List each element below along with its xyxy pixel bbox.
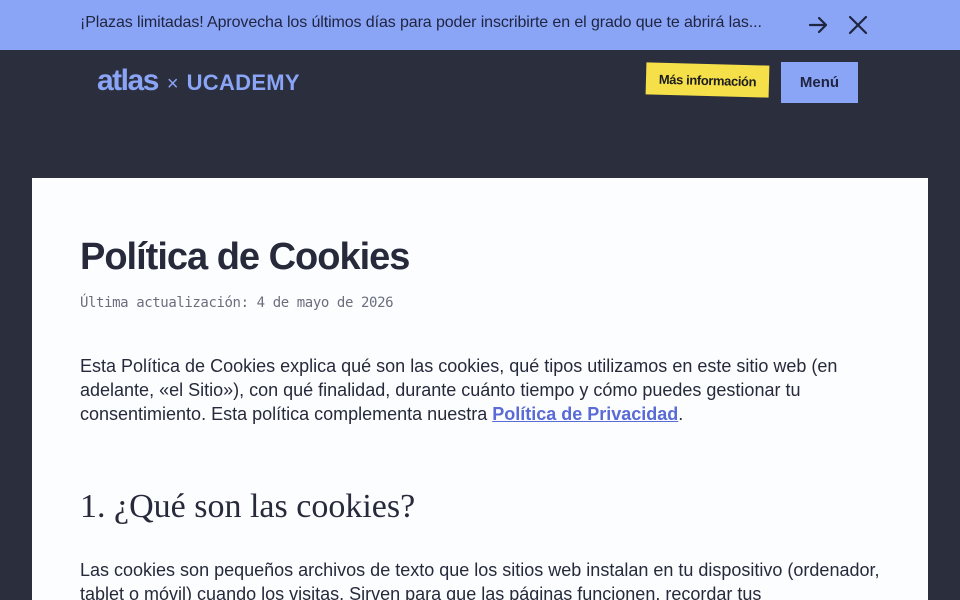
logo-separator: × xyxy=(166,73,179,95)
section-paragraph: Las cookies son pequeños archivos de tex… xyxy=(80,560,880,600)
arrow-right-icon[interactable] xyxy=(806,13,830,37)
menu-button[interactable]: Menú xyxy=(781,62,858,103)
logo-atlas: atlas xyxy=(97,64,159,97)
more-info-button[interactable]: Más información xyxy=(645,62,770,98)
privacy-policy-link[interactable]: Política de Privacidad xyxy=(492,404,678,424)
close-icon[interactable] xyxy=(846,13,870,37)
page-title: Política de Cookies xyxy=(80,236,410,278)
intro-text: Esta Política de Cookies explica qué son… xyxy=(80,356,838,424)
intro-end: . xyxy=(678,404,684,424)
content-card: Política de Cookies Última actualización… xyxy=(32,178,928,600)
announcement-banner: ¡Plazas limitadas! Aprovecha los últimos… xyxy=(0,0,960,50)
last-updated: Última actualización: 4 de mayo de 2026 xyxy=(80,295,394,311)
banner-text[interactable]: ¡Plazas limitadas! Aprovecha los últimos… xyxy=(80,14,762,32)
brand-logo[interactable]: atlas × UCADEMY xyxy=(97,64,300,98)
section-heading: 1. ¿Qué son las cookies? xyxy=(80,488,416,525)
intro-paragraph: Esta Política de Cookies explica qué son… xyxy=(80,354,870,426)
logo-ucademy: UCADEMY xyxy=(186,70,300,95)
